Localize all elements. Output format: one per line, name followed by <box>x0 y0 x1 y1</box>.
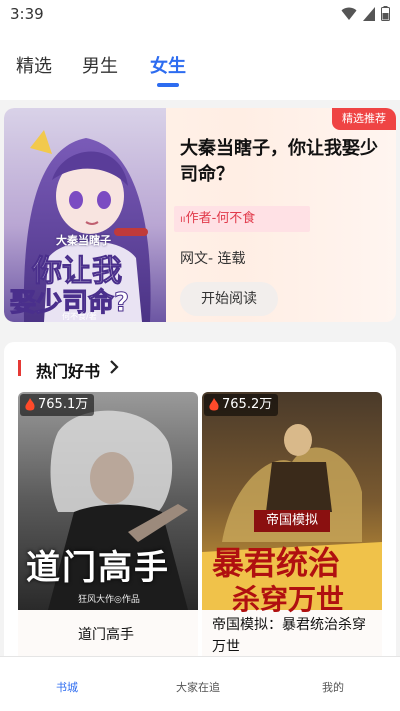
signal-icon <box>363 6 375 21</box>
chevron-right-icon[interactable] <box>108 359 120 375</box>
book-card-daomen[interactable]: 道门高手 狂风大作◎作品 765.1万 道门高手 <box>18 392 198 664</box>
fire-icon <box>25 398 35 411</box>
featured-author-label: 作者-何不食 <box>185 211 256 226</box>
recommend-badge: 精选推荐 <box>332 108 396 130</box>
cover-title-daomen: 道门高手 <box>26 548 170 588</box>
tab-female[interactable]: 女生 <box>150 52 186 78</box>
book-title-daomen[interactable]: 道门高手 <box>78 624 134 646</box>
battery-icon <box>381 6 390 21</box>
featured-book-card[interactable]: 大秦当瞎子 你让我 娶少司命? 何不食/著 精选推荐 大秦当瞎子，你让我娶少司命… <box>4 108 396 322</box>
status-bar: 3:39 <box>0 0 400 30</box>
cover-title-diguo-2: 杀穿万世 <box>232 583 345 616</box>
featured-book-genre: 网文- 连载 <box>180 251 246 267</box>
fire-icon <box>209 398 219 411</box>
tab-male[interactable]: 男生 <box>82 52 118 78</box>
top-tabs: 精选 男生 女生 <box>0 30 400 100</box>
heat-badge: 765.2万 <box>204 394 279 416</box>
heat-count: 765.1万 <box>38 397 89 412</box>
heat-badge: 765.1万 <box>20 394 95 416</box>
cover-banner-text: 帝国模拟 <box>265 513 318 528</box>
status-time: 3:39 <box>10 5 44 23</box>
cover-credit-daomen: 狂风大作◎作品 <box>78 595 140 605</box>
wifi-icon <box>341 7 357 20</box>
featured-book-title[interactable]: 大秦当瞎子，你让我娶少司命？ <box>180 136 388 188</box>
featured-book-cover[interactable]: 大秦当瞎子 你让我 娶少司命? 何不食/著 <box>4 108 166 322</box>
status-icons <box>341 6 390 21</box>
nav-trending[interactable]: 大家在追 <box>176 679 220 695</box>
book-card-diguo[interactable]: 帝国模拟 暴君统治 杀穿万世 765.2万 帝国模拟：暴君统治杀穿万世 <box>202 392 382 664</box>
featured-book-author: ıı作者-何不食 <box>174 206 310 232</box>
book-title-diguo[interactable]: 帝国模拟：暴君统治杀穿万世 <box>212 614 376 658</box>
hot-books-title[interactable]: 热门好书 <box>36 358 100 382</box>
bottom-nav: 书城 大家在追 我的 <box>0 656 400 711</box>
cover-byline: 何不食/著 <box>62 312 97 321</box>
nav-bookstore[interactable]: 书城 <box>56 679 78 695</box>
cover-banner-diguo: 帝国模拟 <box>254 510 330 532</box>
tab-featured[interactable]: 精选 <box>16 52 52 78</box>
tab-indicator <box>157 83 179 87</box>
heat-count: 765.2万 <box>222 397 273 412</box>
start-reading-button[interactable]: 开始阅读 <box>180 282 278 316</box>
hot-books-section: 热门好书 道门高手 狂风大作◎作品 765.1万 道门高手 帝国模拟 暴君统治 … <box>4 342 396 672</box>
section-accent-bar <box>18 360 21 376</box>
nav-mine[interactable]: 我的 <box>322 679 344 695</box>
